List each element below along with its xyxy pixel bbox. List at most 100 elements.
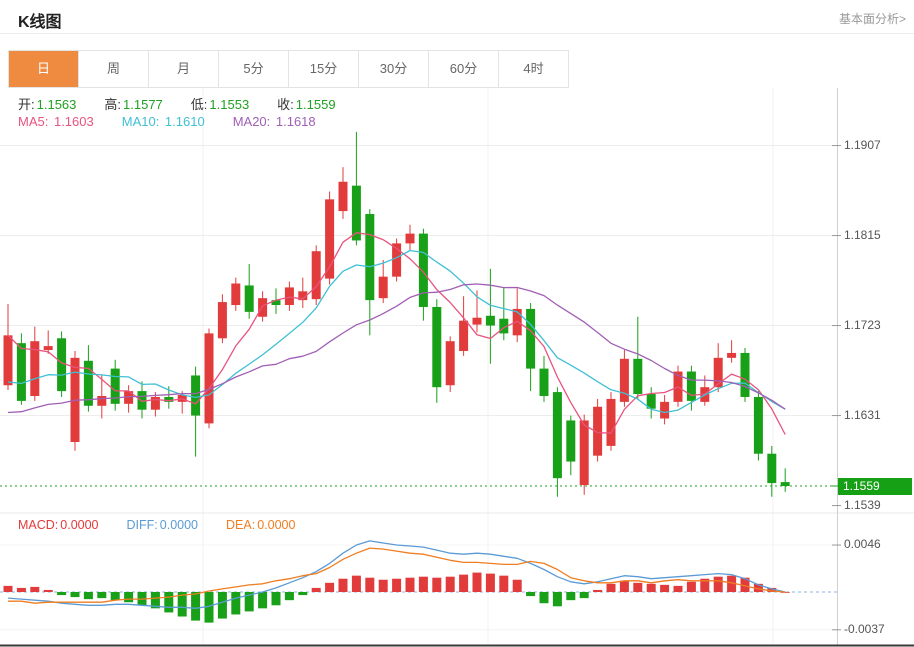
macd-hist-bar bbox=[593, 590, 602, 592]
price-tick-label-3: 1.1631 bbox=[844, 408, 881, 422]
macd-tick-label-0: 0.0046 bbox=[844, 537, 881, 551]
candle-body-down bbox=[540, 369, 549, 396]
tab-period-6[interactable]: 60分 bbox=[429, 51, 499, 87]
candle-body-down bbox=[57, 338, 66, 391]
macd-hist-bar bbox=[71, 592, 80, 597]
kline-page: K线图 基本面分析> 日周月5分15分30分60分4时 开:1.1563高:1.… bbox=[0, 0, 914, 647]
macd-hist-bar bbox=[607, 584, 616, 592]
tab-period-2[interactable]: 月 bbox=[149, 51, 219, 87]
candle-body-up bbox=[339, 182, 348, 211]
candle-body-down bbox=[486, 316, 495, 326]
candle-body-down bbox=[365, 214, 374, 300]
macd-hist-bar bbox=[111, 592, 120, 600]
candle-body-down bbox=[553, 392, 562, 478]
macd-hist-bar bbox=[4, 586, 13, 592]
candle-body-down bbox=[781, 482, 790, 486]
macd-hist-bar bbox=[392, 579, 401, 592]
macd-hist-bar bbox=[620, 581, 629, 592]
fundamental-analysis-link[interactable]: 基本面分析> bbox=[839, 10, 906, 27]
ohlc-item-0: 开:1.1563 bbox=[18, 97, 82, 112]
period-tab-bar: 日周月5分15分30分60分4时 bbox=[8, 50, 569, 88]
macd-hist-bar bbox=[365, 578, 374, 592]
candle-body-up bbox=[97, 396, 106, 406]
tab-period-0[interactable]: 日 bbox=[9, 51, 79, 87]
candle-body-down bbox=[432, 307, 441, 387]
title-divider bbox=[0, 33, 914, 34]
macd-hist-bar bbox=[191, 592, 200, 621]
candle-body-up bbox=[205, 333, 214, 423]
candle-body-down bbox=[633, 359, 642, 394]
macd-hist-bar bbox=[526, 592, 535, 596]
macd-hist-bar bbox=[57, 592, 66, 595]
price-tick-label-0: 1.1907 bbox=[844, 138, 881, 152]
macd-hist-bar bbox=[124, 592, 133, 602]
tab-period-1[interactable]: 周 bbox=[79, 51, 149, 87]
candle-body-down bbox=[566, 420, 575, 461]
tab-period-3[interactable]: 5分 bbox=[219, 51, 289, 87]
macd-hist-bar bbox=[553, 592, 562, 606]
macd-hist-bar bbox=[17, 588, 26, 592]
ohlc-item-1: 高:1.1577 bbox=[104, 97, 168, 112]
macd-hist-bar bbox=[486, 574, 495, 592]
candle-body-up bbox=[44, 346, 53, 350]
macd-hist-bar bbox=[164, 592, 173, 612]
candle-body-down bbox=[687, 372, 696, 401]
candle-body-up bbox=[459, 321, 468, 351]
macd-hist-bar bbox=[312, 588, 321, 592]
macd-hist-bar bbox=[231, 592, 240, 614]
ma-item-1: MA10: 1.1610 bbox=[122, 114, 211, 129]
ohlc-legend: 开:1.1563高:1.1577低:1.1553收:1.1559 bbox=[18, 94, 364, 113]
candle-body-up bbox=[607, 399, 616, 446]
candle-body-up bbox=[4, 335, 13, 385]
price-tick-label-2: 1.1723 bbox=[844, 318, 881, 332]
macd-item-0: MACD:0.0000 bbox=[18, 518, 105, 532]
candle-body-down bbox=[191, 375, 200, 415]
macd-hist-bar bbox=[473, 573, 482, 592]
ma-legend: MA5: 1.1603MA10: 1.1610MA20: 1.1618 bbox=[18, 114, 344, 129]
macd-hist-bar bbox=[633, 583, 642, 592]
tab-period-7[interactable]: 4时 bbox=[499, 51, 569, 87]
macd-hist-bar bbox=[580, 592, 589, 598]
candle-body-down bbox=[245, 285, 254, 311]
candle-body-up bbox=[231, 283, 240, 305]
current-price-badge: 1.1559 bbox=[838, 478, 912, 495]
macd-hist-bar bbox=[566, 592, 575, 600]
macd-hist-bar bbox=[44, 590, 53, 592]
ohlc-item-2: 低:1.1553 bbox=[191, 97, 255, 112]
macd-hist-bar bbox=[298, 592, 307, 595]
candle-body-down bbox=[526, 309, 535, 369]
candle-body-down bbox=[741, 353, 750, 397]
candle-body-up bbox=[727, 353, 736, 358]
candle-body-up bbox=[285, 287, 294, 305]
macd-hist-bar bbox=[97, 592, 106, 598]
macd-hist-bar bbox=[647, 584, 656, 592]
macd-hist-bar bbox=[339, 579, 348, 592]
macd-hist-bar bbox=[379, 580, 388, 592]
candle-body-up bbox=[660, 402, 669, 419]
macd-hist-bar bbox=[272, 592, 281, 605]
macd-hist-bar bbox=[660, 585, 669, 592]
candle-body-up bbox=[714, 358, 723, 387]
macd-hist-bar bbox=[84, 592, 93, 599]
tab-period-4[interactable]: 15分 bbox=[289, 51, 359, 87]
macd-legend: MACD:0.0000DIFF:0.0000DEA:0.0000 bbox=[18, 518, 323, 532]
macd-item-2: DEA:0.0000 bbox=[226, 518, 301, 532]
candle-body-up bbox=[218, 302, 227, 338]
macd-hist-bar bbox=[352, 576, 361, 592]
macd-hist-bar bbox=[674, 586, 683, 592]
macd-hist-bar bbox=[406, 578, 415, 592]
macd-hist-bar bbox=[258, 592, 267, 608]
macd-hist-bar bbox=[285, 592, 294, 600]
candle-body-up bbox=[406, 234, 415, 244]
price-tick-label-1: 1.1815 bbox=[844, 228, 881, 242]
macd-hist-bar bbox=[30, 587, 39, 592]
tab-period-5[interactable]: 30分 bbox=[359, 51, 429, 87]
candle-body-up bbox=[473, 318, 482, 325]
candle-body-up bbox=[580, 420, 589, 485]
macd-hist-bar bbox=[513, 580, 522, 592]
macd-hist-bar bbox=[325, 583, 334, 592]
candle-body-up bbox=[258, 298, 267, 317]
candle-body-up bbox=[379, 277, 388, 299]
macd-hist-bar bbox=[499, 576, 508, 592]
macd-tick-label-1: -0.0037 bbox=[844, 622, 885, 636]
